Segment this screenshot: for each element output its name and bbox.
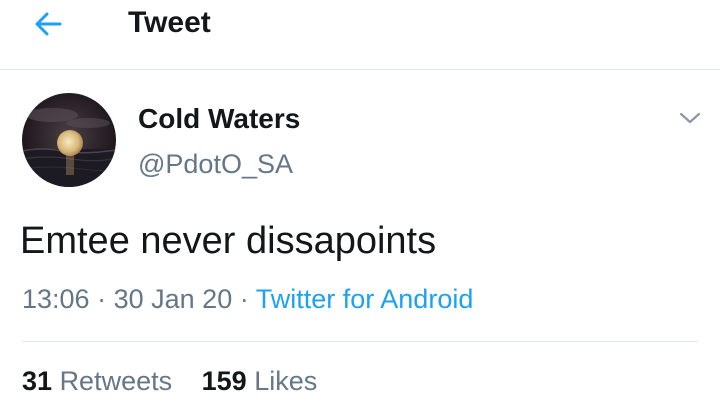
author-display-name[interactable]: Cold Waters xyxy=(138,102,300,136)
likes-count: 159 xyxy=(201,366,247,396)
tweet-source-link[interactable]: Twitter for Android xyxy=(256,284,474,314)
retweets-label: Retweets xyxy=(59,366,173,396)
retweets-count: 31 xyxy=(22,366,53,396)
tweet-time: 13:06 xyxy=(22,284,90,314)
tweet-menu-button[interactable] xyxy=(676,106,704,130)
tweet-detail: Cold Waters @PdotO_SA Emtee never dissap… xyxy=(0,70,720,417)
tweet-meta: 13:06 · 30 Jan 20 · Twitter for Android xyxy=(22,282,473,316)
divider xyxy=(22,341,698,342)
tweet-date: 30 Jan 20 xyxy=(113,284,233,314)
tweet-text: Emtee never dissapoints xyxy=(20,220,437,262)
meta-separator: · xyxy=(97,284,107,314)
page-title: Tweet xyxy=(128,6,211,39)
moon-over-water-avatar xyxy=(22,93,116,187)
top-bar: Tweet xyxy=(0,0,720,70)
tweet-stats: 31 Retweets 159 Likes xyxy=(22,364,317,398)
retweets-stat[interactable]: 31 Retweets xyxy=(22,364,172,398)
back-button[interactable] xyxy=(28,6,68,42)
meta-separator: · xyxy=(239,284,249,314)
likes-label: Likes xyxy=(254,366,318,396)
chevron-down-icon xyxy=(679,112,701,124)
avatar[interactable] xyxy=(22,93,116,187)
arrow-left-icon xyxy=(35,12,62,36)
author-handle[interactable]: @PdotO_SA xyxy=(138,148,293,180)
likes-stat[interactable]: 159 Likes xyxy=(202,364,318,398)
